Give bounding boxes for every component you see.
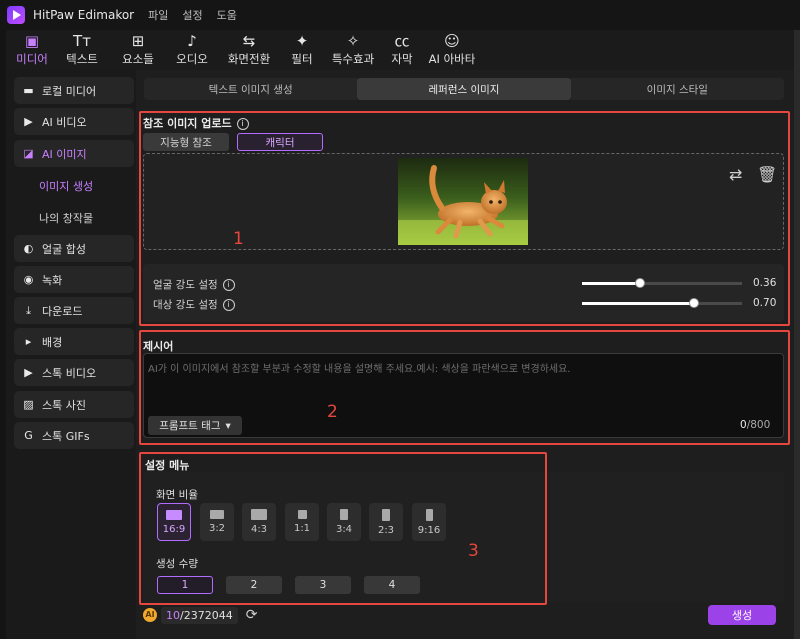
avatar-icon: ☺ [444,32,460,50]
elements-icon: ⊞ [131,32,145,50]
toolbar-transition[interactable]: ⇆ 화면전환 [218,30,280,70]
toolbar-label: 요소들 [122,52,154,66]
menu-file[interactable]: 파일 [148,7,168,23]
title-bar: HitPaw Edimakor 파일 설정 도움 [0,0,800,30]
generate-button[interactable]: 생성 [708,605,776,625]
toolbar-audio[interactable]: ♪ 오디오 [166,30,218,70]
toolbar-filter[interactable]: ✦ 필터 [280,30,324,70]
sidebar-item-stock-gifs[interactable]: G 스톡 GIFs [14,422,134,449]
toolbar-label: 자막 [391,52,413,66]
sidebar-item-label: 스톡 비디오 [42,366,97,380]
download-icon: ⤓ [26,304,31,317]
annotation-box-1 [139,111,790,326]
toolbar-elements[interactable]: ⊞ 요소들 [110,30,166,70]
credit-count: 10/2372044 [161,606,238,624]
app-logo-icon [7,6,25,24]
sidebar-item-local-media[interactable]: ▬ 로컬 미디어 [14,77,134,104]
sidebar-item-label: AI 이미지 [42,147,87,161]
window-edge [794,30,800,639]
toolbar-text[interactable]: Tт 텍스트 [54,30,110,70]
effects-icon: ✧ [346,32,360,50]
sidebar-item-ai-video[interactable]: ▶ AI 비디오 [14,108,134,135]
sidebar-item-download[interactable]: ⤓ 다운로드 [14,297,134,324]
toolbar-label: 화면전환 [227,52,271,66]
sidebar-item-ai-image[interactable]: ◪ AI 이미지 [14,140,134,167]
tab-reference-image[interactable]: 레퍼런스 이미지 [357,78,571,100]
sidebar-item-label: 스톡 GIFs [42,429,90,443]
sidebar-sub-my-creations[interactable]: 나의 창작물 [39,210,93,226]
ai-video-icon: ▶ [24,115,33,128]
annotation-number-3: 3 [468,541,479,561]
menu-settings[interactable]: 설정 [182,7,202,23]
credits-used: 10 [166,608,180,622]
record-icon: ◉ [23,273,34,286]
sidebar-item-label: 다운로드 [42,304,83,318]
background-icon: ▸ [25,335,32,348]
text-icon: Tт [73,32,91,50]
toolbar-caption[interactable]: ㏄ 자막 [382,30,422,70]
coin-icon: AI [143,608,157,622]
sidebar-item-label: AI 비디오 [42,115,87,129]
toolbar-label: 특수효과 [331,52,375,66]
transition-icon: ⇆ [242,32,256,50]
annotation-number-2: 2 [327,402,338,422]
tab-image-style[interactable]: 이미지 스타일 [571,78,784,100]
sidebar-item-label: 스톡 사진 [42,398,86,412]
refresh-icon[interactable]: ⟳ [246,607,258,623]
toolbar-effects[interactable]: ✧ 특수효과 [324,30,382,70]
tab-text-to-image[interactable]: 텍스트 이미지 생성 [144,78,357,100]
sidebar-item-label: 로컬 미디어 [42,84,97,98]
sidebar-item-label: 얼굴 합성 [42,242,86,256]
sidebar-sub-image-generate[interactable]: 이미지 생성 [39,178,93,194]
credits-total: /2372044 [180,608,233,622]
toolbar-label: AI 아바타 [428,52,476,66]
sidebar-item-background[interactable]: ▸ 배경 [14,328,134,355]
sidebar: ▬ 로컬 미디어 ▶ AI 비디오 ◪ AI 이미지 이미지 생성 나의 창작물 ◐ 얼… [6,70,136,639]
sidebar-item-record[interactable]: ◉ 녹화 [14,266,134,293]
mode-tabs: 텍스트 이미지 생성 레퍼런스 이미지 이미지 스타일 [144,78,784,100]
toolbar-label: 미디어 [16,52,48,66]
app-title: HitPaw Edimakor [33,8,135,22]
sidebar-item-label: 녹화 [42,273,63,287]
folder-icon: ▬ [23,84,34,97]
credits-display: AI 10/2372044 ⟳ [143,605,257,625]
sidebar-item-stock-video[interactable]: ▶ 스톡 비디오 [14,359,134,386]
face-swap-icon: ◐ [23,242,34,255]
ai-image-icon: ◪ [23,147,34,160]
sidebar-item-label: 배경 [42,335,63,349]
annotation-number-1: 1 [233,229,244,249]
caption-icon: ㏄ [394,32,410,50]
sidebar-item-face-swap[interactable]: ◐ 얼굴 합성 [14,235,134,262]
media-icon: ▣ [24,32,40,50]
stock-photo-icon: ▨ [23,398,34,411]
main-toolbar: ▣ 미디어 Tт 텍스트 ⊞ 요소들 ♪ 오디오 ⇆ 화면전환 ✦ 필터 ✧ 특수효과 ㏄ 자막… [6,30,794,70]
gif-icon: G [24,429,33,442]
annotation-box-3 [139,452,547,605]
toolbar-ai-avatar[interactable]: ☺ AI 아바타 [422,30,482,70]
toolbar-label: 오디오 [176,52,208,66]
annotation-box-2 [139,330,790,445]
toolbar-media[interactable]: ▣ 미디어 [10,30,54,70]
audio-icon: ♪ [187,32,197,50]
sidebar-item-stock-photo[interactable]: ▨ 스톡 사진 [14,391,134,418]
filter-icon: ✦ [295,32,309,50]
toolbar-label: 필터 [291,52,313,66]
menu-help[interactable]: 도움 [217,7,237,23]
toolbar-label: 텍스트 [66,52,98,66]
stock-video-icon: ▶ [24,366,33,379]
